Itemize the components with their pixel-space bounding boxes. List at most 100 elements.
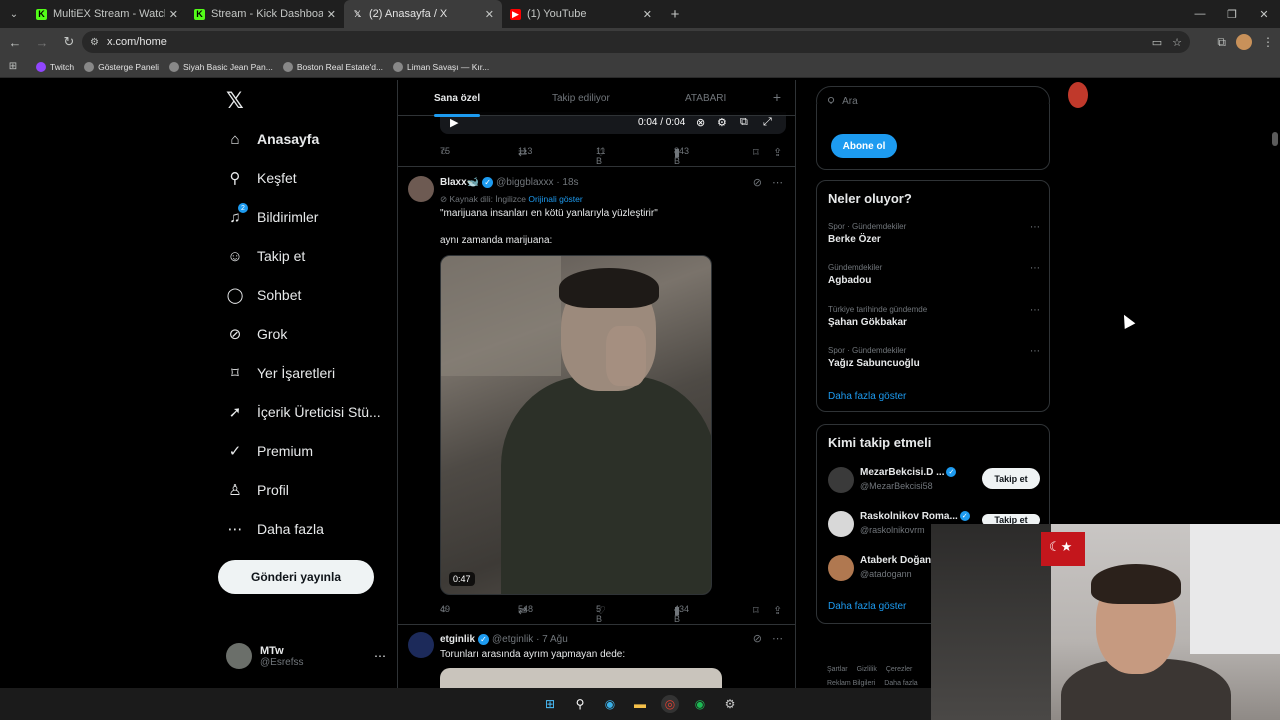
bookmark-label: Boston Real Estate'd... [296, 61, 384, 72]
nav-notifications[interactable]: ♫ 2 Bildirimler [226, 203, 318, 226]
avatar[interactable] [408, 632, 434, 658]
add-tab-icon[interactable]: + [773, 89, 781, 105]
more-icon[interactable]: ⋯ [772, 176, 783, 189]
site-info-icon[interactable]: ⚙ [90, 37, 99, 48]
nav-grok[interactable]: ⊘ Grok [226, 325, 288, 343]
close-window-icon[interactable]: ✕ [1248, 0, 1280, 28]
nav-creator-studio[interactable]: ➚ İçerik Üreticisi Stü... [226, 403, 381, 421]
restore-icon[interactable]: ❐ [1216, 0, 1248, 28]
browser-menu-icon[interactable]: ⋮ [1262, 35, 1274, 49]
app-icon[interactable]: ⚙ [721, 695, 739, 713]
fullscreen-icon[interactable]: ⤢ [763, 116, 772, 129]
tab-atabari[interactable]: ATABARI [685, 93, 726, 104]
mute-icon[interactable]: ⊗ [696, 116, 705, 129]
suggested-account[interactable]: MezarBekcisi.D ... ✓ @MezarBekcisi58 Taki… [828, 465, 1040, 497]
more-icon[interactable]: ⋯ [1030, 222, 1040, 233]
profile-avatar[interactable] [1236, 34, 1252, 50]
nav-label: Takip et [257, 248, 306, 264]
show-more-link[interactable]: Daha fazla göster [828, 391, 906, 402]
grok-icon[interactable]: ⊘ [753, 176, 762, 189]
nav-follow[interactable]: ☺ Takip et [226, 247, 305, 265]
author-handle[interactable]: @etginlik · 7 Ağu [492, 634, 568, 645]
browser-tab-kick-dashboard[interactable]: K Stream - Kick Dashboard ✕ [186, 0, 344, 28]
spotify-icon[interactable]: ◉ [691, 695, 709, 713]
pip-icon[interactable]: ⧉ [740, 116, 748, 129]
account-switcher[interactable]: MTw @Esrefss ⋯ [226, 643, 386, 669]
nav-chat[interactable]: ◯ Sohbet [226, 286, 302, 304]
close-tab-icon[interactable]: ✕ [327, 8, 336, 21]
follow-button[interactable]: Takip et [982, 468, 1040, 489]
nav-profile[interactable]: ♙ Profil [226, 481, 289, 499]
author-name[interactable]: Blaxx🐋 [440, 177, 479, 188]
nav-home[interactable]: ⌂ Anasayfa [226, 130, 319, 148]
address-bar[interactable]: ⚙ x.com/home ▭ ☆ [82, 31, 1190, 53]
play-icon[interactable]: ▶ [450, 116, 458, 129]
more-icon[interactable]: ⋯ [772, 632, 783, 645]
close-tab-icon[interactable]: ✕ [643, 8, 652, 21]
footer-link[interactable]: Çerezler [886, 666, 912, 673]
footer-link[interactable]: Reklam Bilgileri [827, 680, 875, 687]
trend-item[interactable]: Gündemdekiler Agbadou ⋯ [828, 263, 1040, 286]
settings-icon[interactable]: ⚙ [717, 116, 727, 129]
windows-start-icon[interactable]: ⊞ [541, 695, 559, 713]
footer-link[interactable]: Şartlar [827, 666, 848, 673]
bookmark-liman[interactable]: Liman Savaşı — Kır... [393, 61, 489, 72]
x-logo-icon[interactable]: 𝕏 [226, 88, 244, 114]
chrome-icon[interactable]: ◎ [661, 695, 679, 713]
more-icon[interactable]: ⋯ [1030, 305, 1040, 316]
timeline-tabs: Sana özel Takip ediliyor ATABARI + [398, 80, 795, 117]
nav-more[interactable]: ⋯ Daha fazla [226, 520, 324, 538]
more-icon[interactable]: ⋯ [1030, 263, 1040, 274]
browser-tab-multiex[interactable]: K MultiEX Stream - Watch Live on ✕ [28, 0, 186, 28]
footer-link[interactable]: Gizlilik [857, 666, 877, 673]
close-tab-icon[interactable]: ✕ [485, 8, 494, 21]
account-name: Ataberk Doğan [860, 555, 932, 566]
trend-item[interactable]: Spor · Gündemdekiler Berke Özer ⋯ [828, 222, 1040, 245]
nav-bookmarks[interactable]: ⌑ Yer İşaretleri [226, 364, 335, 382]
cast-icon[interactable]: ▭ [1152, 36, 1162, 49]
back-icon[interactable]: ← [3, 30, 27, 54]
nav-explore[interactable]: ⚲ Keşfet [226, 169, 297, 187]
tweet-image[interactable] [440, 668, 722, 688]
premium-card: Abone ol [816, 104, 1050, 170]
trend-item[interactable]: Spor · Gündemdekiler Yağız Sabuncuoğlu ⋯ [828, 346, 1040, 369]
subscribe-button[interactable]: Abone ol [831, 134, 897, 158]
nav-premium[interactable]: ✓ Premium [226, 442, 313, 460]
search-icon[interactable]: ⚲ [571, 695, 589, 713]
bookmark-boston[interactable]: Boston Real Estate'd... [282, 61, 384, 72]
edge-icon[interactable]: ◉ [601, 695, 619, 713]
new-tab-icon[interactable]: + [664, 6, 686, 23]
footer-link[interactable]: Daha fazla [884, 680, 917, 687]
bookmark-twitch[interactable]: Twitch [36, 61, 74, 72]
post-button[interactable]: Gönderi yayınla [218, 560, 374, 594]
tab-following[interactable]: Takip ediliyor [552, 93, 610, 104]
grok-icon[interactable]: ⊘ [753, 632, 762, 645]
apps-grid-icon[interactable]: ⊞ [0, 61, 26, 72]
tab-for-you[interactable]: Sana özel [434, 93, 481, 117]
bookmark-jean[interactable]: Siyah Basic Jean Pan... [169, 61, 273, 72]
extensions-icon[interactable]: ⧉ [1217, 35, 1226, 50]
author-name[interactable]: etginlik [440, 634, 475, 645]
trend-item[interactable]: Türkiye tarihinde gündemde Şahan Gökbaka… [828, 305, 1040, 328]
tab-search-icon[interactable]: ⌄ [0, 0, 28, 28]
browser-tab-x-home[interactable]: 𝕏 (2) Anasayfa / X ✕ [344, 0, 502, 28]
close-tab-icon[interactable]: ✕ [169, 8, 178, 21]
reload-icon[interactable]: ↻ [57, 30, 81, 54]
bookmark-gosterge[interactable]: Gösterge Paneli [84, 61, 159, 72]
bookmark-star-icon[interactable]: ☆ [1172, 36, 1182, 49]
kick-favicon-icon: K [194, 8, 205, 20]
minimize-icon[interactable]: — [1184, 0, 1216, 28]
browser-tab-strip: ⌄ K MultiEX Stream - Watch Live on ✕ K S… [0, 0, 1280, 28]
video-frame [441, 256, 561, 376]
author-handle[interactable]: @biggblaxxx · 18s [496, 177, 578, 188]
more-icon[interactable]: ⋯ [1030, 346, 1040, 357]
file-explorer-icon[interactable]: ▬ [631, 695, 649, 713]
tweet-header: etginlik ✓ @etginlik · 7 Ağu [440, 634, 568, 645]
show-original-link[interactable]: Orijinali göster [528, 194, 582, 204]
browser-tab-youtube[interactable]: ▶ (1) YouTube ✕ [502, 0, 660, 28]
show-more-link[interactable]: Daha fazla göster [828, 601, 906, 612]
tweet-video[interactable]: 0:47 [440, 255, 712, 595]
forward-icon[interactable]: → [30, 30, 54, 54]
avatar[interactable] [408, 176, 434, 202]
scrollbar-thumb[interactable] [1272, 132, 1278, 146]
